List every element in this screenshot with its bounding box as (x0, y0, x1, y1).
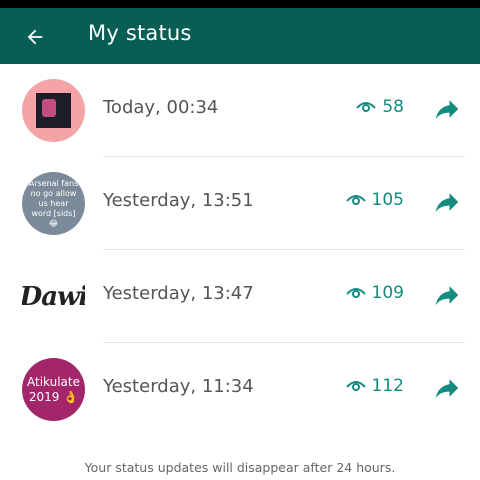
view-count[interactable]: 58 (356, 97, 404, 117)
view-count[interactable]: 112 (345, 376, 404, 396)
eye-icon (345, 288, 366, 298)
view-count[interactable]: 109 (345, 283, 404, 303)
status-row[interactable]: Today, 00:34 58 (0, 64, 480, 157)
eye-icon (345, 195, 366, 205)
status-row[interactable]: Arsenal fans no go allow us hear word [s… (0, 157, 480, 250)
arrow-left-icon (27, 29, 43, 45)
eye-icon (345, 381, 366, 391)
disappear-note: Your status updates will disappear after… (84, 460, 396, 475)
share-forward-icon[interactable] (432, 94, 462, 124)
page-title: My status (88, 21, 192, 45)
status-thumbnail[interactable] (22, 79, 85, 142)
status-row[interactable]: Dawi Yesterday, 13:47 109 (0, 250, 480, 343)
share-forward-icon[interactable] (432, 187, 462, 217)
status-time: Yesterday, 13:47 (103, 283, 254, 304)
view-count-label: 109 (371, 283, 404, 303)
share-forward-icon[interactable] (432, 280, 462, 310)
thumbnail-text: Atikulate 2019 👌 (27, 374, 80, 404)
status-time: Yesterday, 13:51 (103, 190, 254, 211)
status-row[interactable]: Atikulate 2019 👌 Yesterday, 11:34 112 (0, 343, 480, 436)
thumbnail-text: Arsenal fans no go allow us hear word [s… (28, 178, 79, 228)
thumbnail-logo-text: Dawi (22, 281, 85, 312)
share-forward-icon[interactable] (432, 373, 462, 403)
view-count-label: 58 (382, 97, 404, 117)
status-thumbnail[interactable]: Arsenal fans no go allow us hear word [s… (22, 172, 85, 235)
status-thumbnail[interactable]: Atikulate 2019 👌 (22, 358, 85, 421)
system-status-bar (0, 0, 480, 8)
view-count-label: 105 (371, 190, 404, 210)
app-bar: My status (0, 8, 480, 64)
status-list: Today, 00:34 58 Arsenal fans no go allow… (0, 64, 480, 436)
status-thumbnail[interactable]: Dawi (22, 265, 85, 328)
view-count-label: 112 (371, 376, 404, 396)
status-time: Today, 00:34 (103, 97, 219, 118)
back-button[interactable] (18, 20, 52, 54)
view-count[interactable]: 105 (345, 190, 404, 210)
status-time: Yesterday, 11:34 (103, 376, 254, 397)
thumbnail-figure (42, 99, 56, 117)
eye-icon (356, 102, 377, 112)
